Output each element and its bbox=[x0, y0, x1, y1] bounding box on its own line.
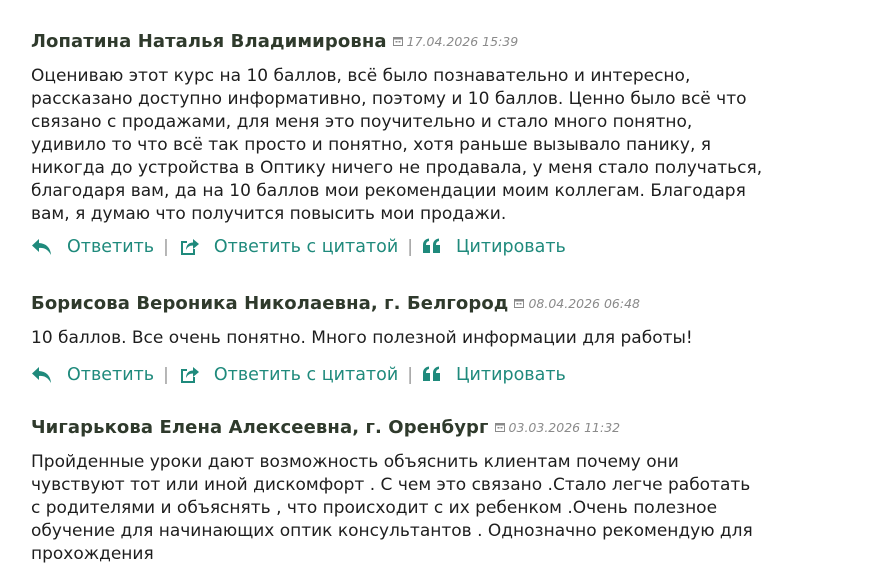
comment-actions: Ответить | Ответить с цитатой | Цитирова… bbox=[31, 237, 871, 257]
comment-text-line: прохождения bbox=[31, 544, 154, 564]
calendar-icon bbox=[494, 423, 505, 432]
comment-text: 10 баллов. Все очень понятно. Много поле… bbox=[31, 327, 851, 350]
comment-text-line: благодаря вам, да на 10 баллов мои реком… bbox=[31, 181, 746, 201]
comment-text-line: 10 баллов. Все очень понятно. Много поле… bbox=[31, 328, 693, 348]
share-box-icon bbox=[180, 367, 199, 383]
reply-arrow-icon bbox=[32, 367, 51, 383]
action-separator: | bbox=[407, 237, 413, 257]
comment-text-line: удивило то что всё так просто и понятно,… bbox=[31, 135, 711, 155]
quote-icon bbox=[422, 366, 440, 381]
comment-date-wrap: 08.04.2026 06:48 bbox=[514, 296, 640, 311]
reply-button[interactable]: Ответить bbox=[31, 365, 154, 385]
comment-text-line: с родителями и объяснять , что происходи… bbox=[31, 498, 718, 518]
comment-date-wrap: 03.03.2026 11:32 bbox=[494, 419, 621, 435]
comment: Лопатина Наталья Владимировна 17.04.2026… bbox=[31, 31, 871, 257]
comment-text-line: рассказано доступно информативно, поэтом… bbox=[31, 89, 747, 109]
action-separator: | bbox=[407, 365, 413, 385]
action-separator: | bbox=[163, 237, 169, 257]
action-separator: | bbox=[163, 365, 169, 385]
reply-with-quote-label: Ответить с цитатой bbox=[213, 237, 399, 257]
quote-button[interactable]: Цитировать bbox=[422, 365, 566, 385]
comment-text-line: никогда до устройства в Оптику ничего не… bbox=[31, 158, 763, 178]
comment: Чигарькова Елена Алексеевна, г. Оренбург… bbox=[31, 417, 871, 566]
comment-text-line: Пройденные уроки дают возможность объясн… bbox=[31, 452, 679, 472]
comment-author: Лопатина Наталья Владимировна bbox=[31, 31, 387, 52]
quote-icon bbox=[422, 238, 440, 253]
calendar-icon bbox=[392, 37, 403, 46]
quote-label: Цитировать bbox=[455, 237, 566, 257]
comment-text: Пройденные уроки дают возможность объясн… bbox=[31, 451, 851, 566]
comment-header: Чигарькова Елена Алексеевна, г. Оренбург… bbox=[31, 417, 871, 438]
comment-date: 08.04.2026 06:48 bbox=[528, 295, 641, 311]
share-box-icon bbox=[180, 239, 199, 255]
comment-header: Борисова Вероника Николаевна, г. Белгоро… bbox=[31, 293, 871, 314]
comment-header: Лопатина Наталья Владимировна 17.04.2026… bbox=[31, 31, 871, 52]
comment-date-wrap: 17.04.2026 15:39 bbox=[392, 33, 519, 49]
comment-author: Чигарькова Елена Алексеевна, г. Оренбург bbox=[31, 417, 489, 438]
reply-with-quote-button[interactable]: Ответить с цитатой bbox=[178, 365, 398, 385]
reply-label: Ответить bbox=[67, 237, 155, 257]
comment-text: Оцениваю этот курс на 10 баллов, всё был… bbox=[31, 65, 851, 226]
comment-text-line: чувствуют тот или иной дискомфорт . С че… bbox=[31, 475, 751, 495]
reply-with-quote-button[interactable]: Ответить с цитатой bbox=[178, 237, 398, 257]
comment-text-line: связано с продажами, для меня это поучит… bbox=[31, 112, 693, 132]
quote-label: Цитировать bbox=[455, 365, 566, 385]
reply-button[interactable]: Ответить bbox=[31, 237, 154, 257]
comment-text-line: обучение для начинающих оптик консультан… bbox=[31, 521, 753, 541]
comment-text-line: вам, я думаю что получится повысить мои … bbox=[31, 204, 507, 224]
reply-label: Ответить bbox=[67, 365, 155, 385]
comment-actions: Ответить | Ответить с цитатой | Цитирова… bbox=[31, 365, 871, 385]
comment-date: 03.03.2026 11:32 bbox=[508, 419, 621, 435]
quote-button[interactable]: Цитировать bbox=[422, 237, 566, 257]
comment-text-line: Оцениваю этот курс на 10 баллов, всё был… bbox=[31, 66, 691, 86]
comment: Борисова Вероника Николаевна, г. Белгоро… bbox=[31, 293, 871, 385]
calendar-icon bbox=[514, 299, 525, 308]
reply-arrow-icon bbox=[32, 239, 51, 255]
reply-with-quote-label: Ответить с цитатой bbox=[213, 365, 399, 385]
comment-date: 17.04.2026 15:39 bbox=[406, 33, 519, 49]
comment-author: Борисова Вероника Николаевна, г. Белгоро… bbox=[31, 293, 509, 314]
